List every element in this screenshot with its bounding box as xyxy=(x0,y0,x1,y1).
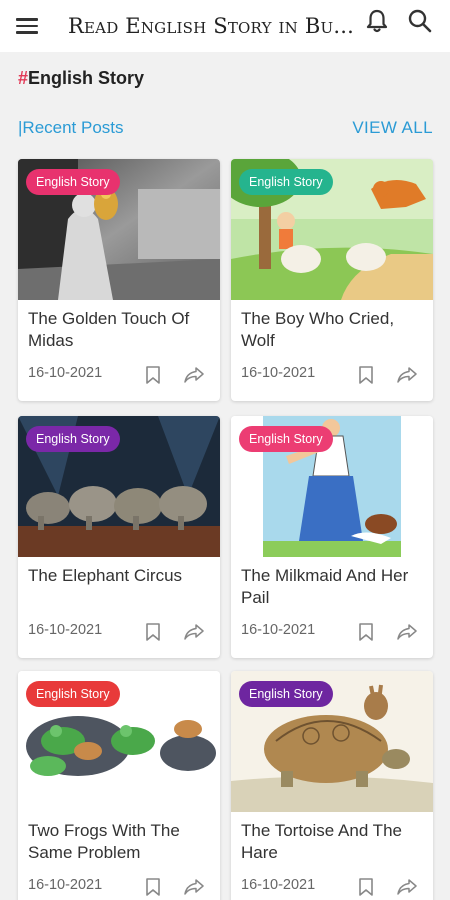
share-icon[interactable] xyxy=(183,623,205,641)
post-title[interactable]: The Milkmaid And Her Pail xyxy=(241,565,427,609)
post-thumbnail: English Story xyxy=(231,671,433,812)
category-badge: English Story xyxy=(239,681,333,707)
post-card[interactable]: English Story The Boy Who Cried, Wolf 16… xyxy=(231,159,433,401)
bookmark-icon[interactable] xyxy=(144,365,162,385)
tag-name: English Story xyxy=(28,68,145,88)
post-date: 16-10-2021 xyxy=(241,365,316,381)
post-thumbnail: English Story xyxy=(231,416,433,557)
post-title[interactable]: Two Frogs With The Same Problem xyxy=(28,820,214,864)
post-card[interactable]: English Story The Milkmaid And Her Pail … xyxy=(231,416,433,658)
post-card[interactable]: English Story The Elephant Circus 16-10-… xyxy=(18,416,220,658)
share-icon[interactable] xyxy=(183,878,205,896)
post-card[interactable]: English Story The Tortoise And The Hare … xyxy=(231,671,433,900)
bookmark-icon[interactable] xyxy=(357,877,375,897)
bookmark-icon[interactable] xyxy=(357,622,375,642)
bookmark-icon[interactable] xyxy=(144,622,162,642)
post-date: 16-10-2021 xyxy=(28,877,103,893)
menu-icon[interactable] xyxy=(10,9,44,43)
app-bar: Read English Story in Bu... xyxy=(0,0,450,52)
share-icon[interactable] xyxy=(396,878,418,896)
post-date: 16-10-2021 xyxy=(241,877,316,893)
post-date: 16-10-2021 xyxy=(28,622,103,638)
post-card[interactable]: English Story Two Frogs With The Same Pr… xyxy=(18,671,220,900)
post-title[interactable]: The Tortoise And The Hare xyxy=(241,820,427,864)
share-icon[interactable] xyxy=(396,366,418,384)
category-badge: English Story xyxy=(26,681,120,707)
search-icon[interactable] xyxy=(405,6,435,36)
share-icon[interactable] xyxy=(396,623,418,641)
post-title[interactable]: The Golden Touch Of Midas xyxy=(28,308,214,352)
app-title: Read English Story in Bu... xyxy=(68,14,354,38)
tag-heading: #English Story xyxy=(18,64,144,92)
post-title[interactable]: The Elephant Circus xyxy=(28,565,214,587)
tag-hash: # xyxy=(18,68,29,88)
post-card[interactable]: English Story The Golden Touch Of Midas … xyxy=(18,159,220,401)
share-icon[interactable] xyxy=(183,366,205,384)
post-thumbnail: English Story xyxy=(18,671,220,812)
view-all-link[interactable]: VIEW ALL xyxy=(352,116,433,140)
category-badge: English Story xyxy=(26,169,120,195)
category-badge: English Story xyxy=(239,426,333,452)
recent-posts-heading: |Recent Posts xyxy=(18,118,124,137)
post-date: 16-10-2021 xyxy=(241,622,316,638)
category-badge: English Story xyxy=(239,169,333,195)
post-date: 16-10-2021 xyxy=(28,365,103,381)
post-thumbnail: English Story xyxy=(18,159,220,300)
post-title[interactable]: The Boy Who Cried, Wolf xyxy=(241,308,427,352)
bell-icon[interactable] xyxy=(362,6,392,36)
bookmark-icon[interactable] xyxy=(144,877,162,897)
bookmark-icon[interactable] xyxy=(357,365,375,385)
category-badge: English Story xyxy=(26,426,120,452)
post-thumbnail: English Story xyxy=(18,416,220,557)
post-thumbnail: English Story xyxy=(231,159,433,300)
